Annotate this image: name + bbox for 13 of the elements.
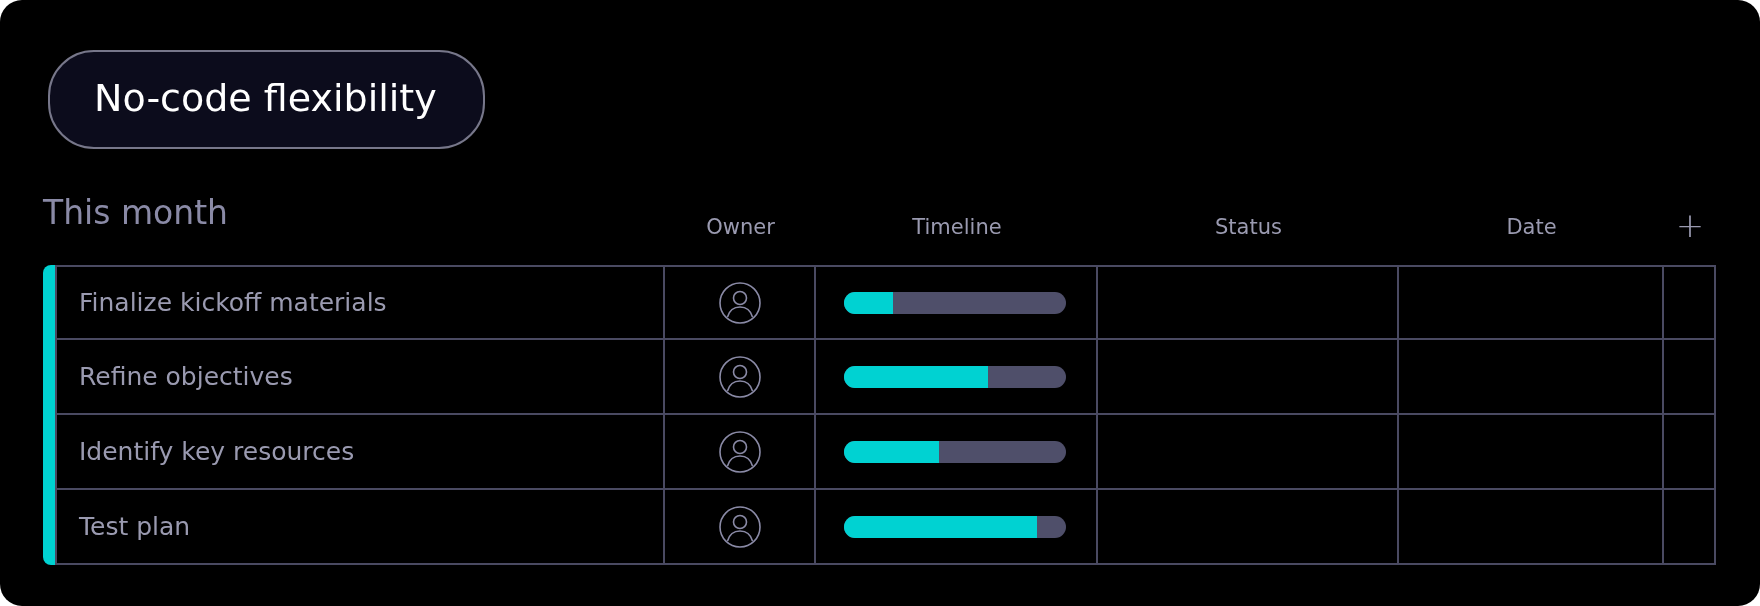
person-avatar-icon[interactable] — [718, 430, 761, 473]
group-title: This month — [43, 191, 230, 234]
person-avatar-icon[interactable] — [718, 505, 761, 548]
column-header: Owner — [706, 213, 775, 241]
person-avatar-icon[interactable] — [718, 281, 761, 324]
task-name[interactable]: Test plan — [79, 507, 191, 546]
person-avatar-icon[interactable] — [718, 355, 761, 398]
title-badge: No-code flexibility — [48, 50, 485, 149]
add-column-button[interactable]: + — [1675, 200, 1705, 251]
column-header: Timeline — [912, 213, 1002, 241]
column-header: Status — [1215, 213, 1282, 241]
column-header: Date — [1506, 213, 1557, 241]
task-name[interactable]: Refine objectives — [79, 357, 293, 396]
